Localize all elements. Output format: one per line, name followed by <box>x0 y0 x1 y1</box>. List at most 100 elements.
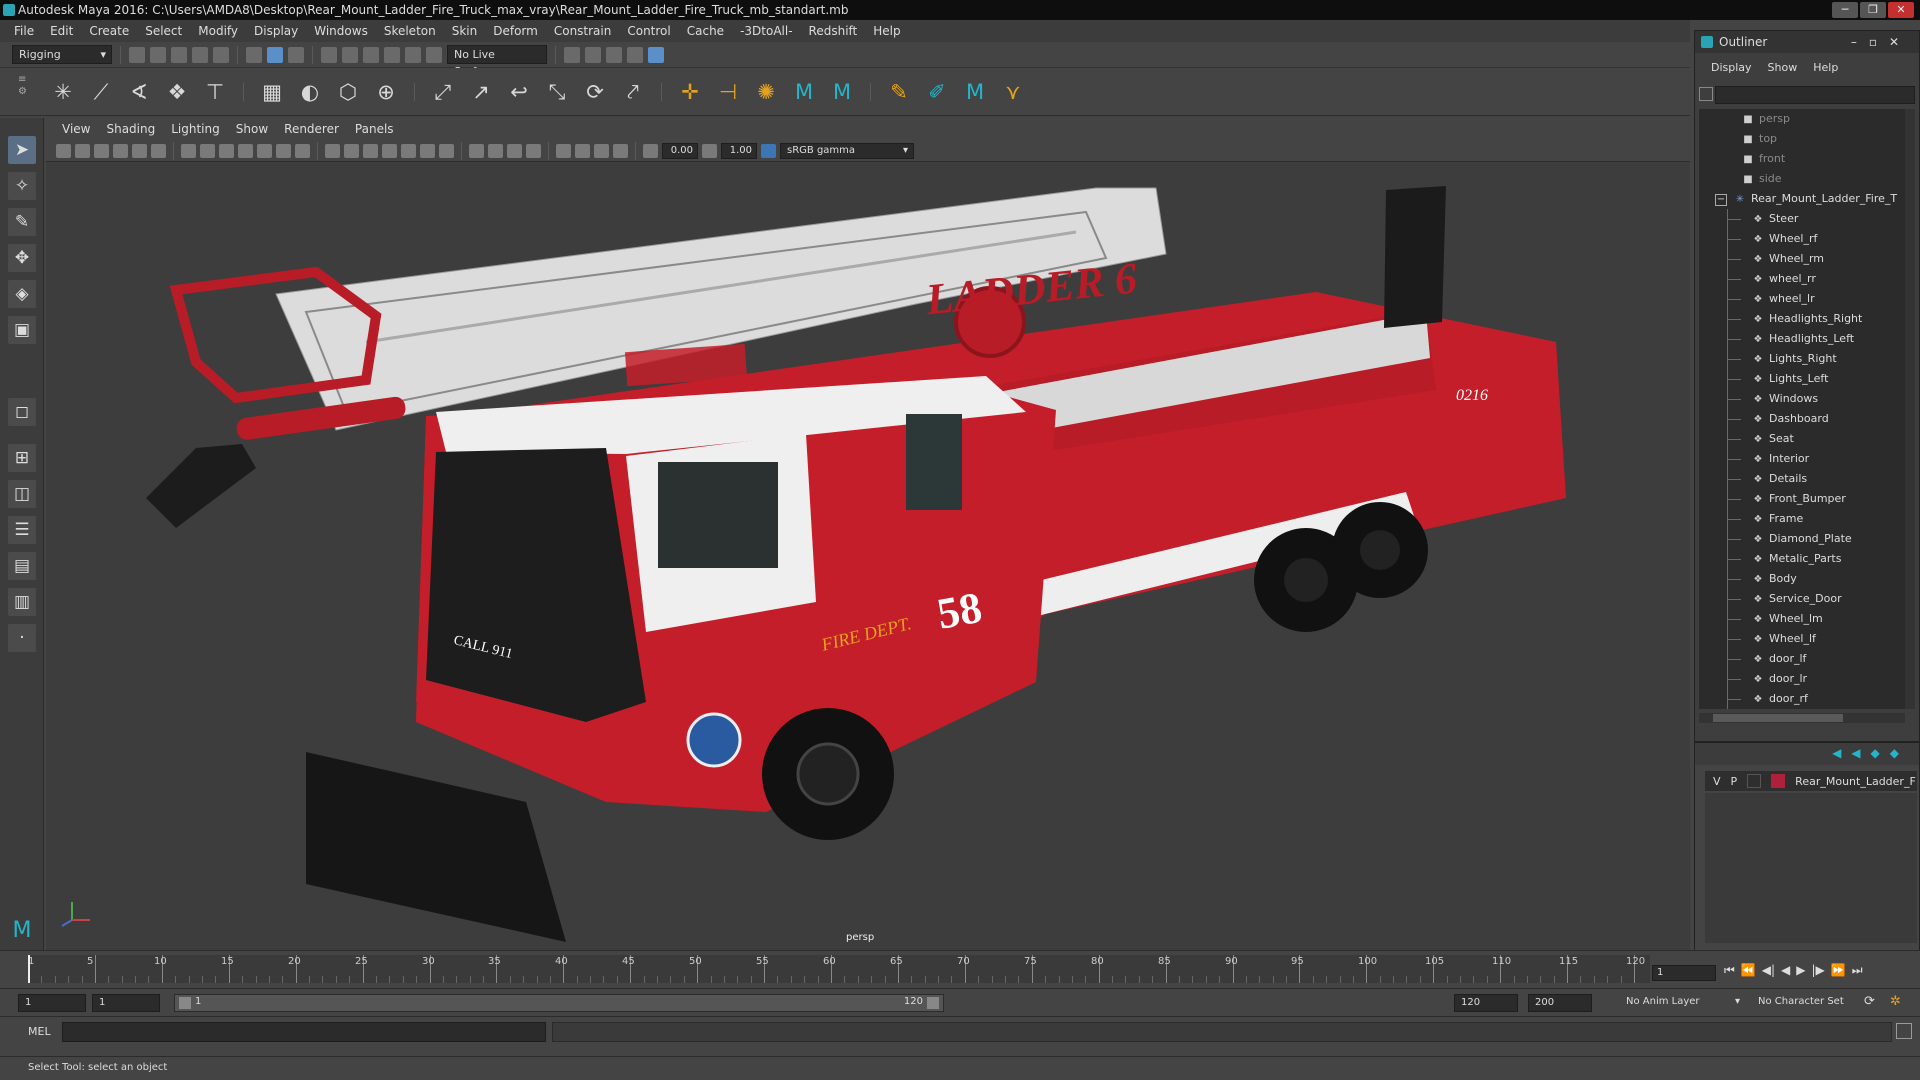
step-forward-key-icon[interactable]: ⏩ <box>1831 963 1846 978</box>
outliner-item[interactable]: ❖ Front_Bumper <box>1699 489 1905 509</box>
outliner-item[interactable]: ❖ door_lr <box>1699 669 1905 689</box>
go-to-end-icon[interactable]: ⏭ <box>1852 963 1863 978</box>
ik-fk-icon[interactable]: ⊣ <box>715 79 741 105</box>
outliner-item-root[interactable]: − ✳ Rear_Mount_Ladder_Fire_T <box>1699 189 1905 209</box>
new-scene-icon[interactable] <box>129 46 145 63</box>
render-settings-icon[interactable] <box>627 46 643 63</box>
humanik-icon[interactable]: M <box>791 79 817 105</box>
single-view-icon[interactable]: ◻ <box>8 398 36 426</box>
select-camera-icon[interactable] <box>56 143 71 158</box>
outliner-vertical-scrollbar[interactable] <box>1905 109 1915 709</box>
close-icon[interactable]: ✕ <box>1888 2 1914 18</box>
color-management-icon[interactable] <box>761 143 776 158</box>
wireframe-on-shaded-icon[interactable] <box>382 143 397 158</box>
outliner-persp-icon[interactable]: ☰ <box>8 516 36 544</box>
current-time-marker[interactable] <box>28 955 30 983</box>
four-view-icon[interactable]: ⊞ <box>8 444 36 472</box>
time-ruler[interactable]: 1 5 10 15 20 25 30 35 40 45 50 55 60 65 70 75 80 85 90 95 1… <box>28 955 1650 983</box>
step-back-key-icon[interactable]: ⏪ <box>1741 963 1756 978</box>
lasso-tool-icon[interactable]: ✧ <box>8 172 36 200</box>
aim-constraint-icon[interactable]: ↗ <box>468 79 494 105</box>
restore-icon[interactable]: ❐ <box>1860 2 1886 18</box>
outliner-item-persp[interactable]: ■ persp <box>1699 109 1905 129</box>
snap-point-icon[interactable] <box>363 46 379 63</box>
outliner-item[interactable]: ❖ wheel_lr <box>1699 289 1905 309</box>
bookmark-icon[interactable] <box>94 143 109 158</box>
panel-menu-panels[interactable]: Panels <box>347 122 402 136</box>
playback-start-field[interactable]: 1 <box>92 994 160 1012</box>
layer-color-swatch[interactable] <box>1771 774 1786 788</box>
render-view-icon[interactable] <box>564 46 580 63</box>
outliner-item-side[interactable]: ■ side <box>1699 169 1905 189</box>
menu-deform[interactable]: Deform <box>485 24 546 38</box>
grid-icon[interactable] <box>181 143 196 158</box>
animation-start-field[interactable]: 1 <box>18 994 86 1012</box>
snap-view-icon[interactable] <box>384 46 400 63</box>
xray-components-icon[interactable] <box>613 143 628 158</box>
camera-attributes-icon[interactable] <box>75 143 90 158</box>
range-slider[interactable]: 1 120 <box>174 994 944 1012</box>
menu-windows[interactable]: Windows <box>306 24 376 38</box>
outliner-menu-display[interactable]: Display <box>1711 61 1752 79</box>
outliner-item[interactable]: ❖ Wheel_rf <box>1699 229 1905 249</box>
panel-menu-renderer[interactable]: Renderer <box>276 122 347 136</box>
layer-row[interactable]: V P Rear_Mount_Ladder_F <box>1705 771 1917 791</box>
ambient-occlusion-icon[interactable] <box>469 143 484 158</box>
rigid-bind-icon[interactable]: ◐ <box>297 79 323 105</box>
motion-blur-icon[interactable] <box>488 143 503 158</box>
outliner-item[interactable]: ❖ Headlights_Left <box>1699 329 1905 349</box>
play-forward-icon[interactable]: ▶ <box>1796 963 1805 978</box>
snap-live-icon[interactable] <box>426 46 442 63</box>
outliner-horizontal-scrollbar[interactable] <box>1699 713 1905 723</box>
minimize-icon[interactable]: ─ <box>1832 2 1858 18</box>
wire-deformer-icon[interactable]: ⋎ <box>1000 79 1026 105</box>
point-constraint-icon[interactable]: ⤢ <box>430 79 456 105</box>
menu-edit[interactable]: Edit <box>42 24 81 38</box>
xray-joints-icon[interactable] <box>594 143 609 158</box>
command-input[interactable] <box>62 1022 546 1042</box>
anim-layer-dropdown[interactable]: No Anim Layer ▾ <box>1620 994 1740 1012</box>
menu-set-dropdown[interactable]: Rigging ▾ <box>12 45 112 64</box>
outliner-item[interactable]: ❖ wheel_rr <box>1699 269 1905 289</box>
view-transform-dropdown[interactable]: sRGB gamma ▾ <box>780 142 914 159</box>
menu-help[interactable]: Help <box>865 24 908 38</box>
locator-icon[interactable]: ✛ <box>677 79 703 105</box>
menu-redshift[interactable]: Redshift <box>801 24 866 38</box>
2d-pan-zoom-icon[interactable] <box>132 143 147 158</box>
parent-constraint-icon[interactable]: ⟳ <box>582 79 608 105</box>
move-tool-icon[interactable]: ✥ <box>8 244 36 272</box>
graph-persp-icon[interactable]: ▤ <box>8 552 36 580</box>
menu-cache[interactable]: Cache <box>679 24 732 38</box>
hypershade-icon[interactable] <box>648 46 664 63</box>
outliner-item[interactable]: ❖ Wheel_lf <box>1699 629 1905 649</box>
menu-control[interactable]: Control <box>619 24 678 38</box>
outliner-item[interactable]: ❖ Metalic_Parts <box>1699 549 1905 569</box>
exposure-icon[interactable] <box>643 143 658 158</box>
field-chart-icon[interactable] <box>257 143 272 158</box>
auto-key-icon[interactable]: ⟳ <box>1864 994 1875 1009</box>
xray-icon[interactable] <box>575 143 590 158</box>
blend-shape-icon[interactable]: ✐ <box>924 79 950 105</box>
paint-select-icon[interactable]: ✎ <box>8 208 36 236</box>
outliner-item[interactable]: ❖ Wheel_lm <box>1699 609 1905 629</box>
textured-icon[interactable] <box>401 143 416 158</box>
film-gate-icon[interactable] <box>200 143 215 158</box>
gamma-field[interactable]: 1.00 <box>721 142 757 159</box>
outliner-item[interactable]: ❖ door_rf <box>1699 689 1905 709</box>
side-by-side-icon[interactable]: ◫ <box>8 480 36 508</box>
layer-type-box[interactable] <box>1747 774 1762 788</box>
step-forward-frame-icon[interactable]: |▶ <box>1812 963 1825 978</box>
snap-grid-icon[interactable] <box>321 46 337 63</box>
select-component-icon[interactable] <box>288 46 304 63</box>
menu-3dtoall[interactable]: -3DtoAll- <box>732 24 800 38</box>
outliner-item[interactable]: ❖ Frame <box>1699 509 1905 529</box>
layer-visibility-toggle[interactable]: V <box>1713 775 1721 788</box>
lattice-icon[interactable]: ⬡ <box>335 79 361 105</box>
outliner-item[interactable]: ❖ Wheel_rm <box>1699 249 1905 269</box>
menu-skeleton[interactable]: Skeleton <box>376 24 444 38</box>
menu-select[interactable]: Select <box>137 24 190 38</box>
hypershade-layout-icon[interactable]: ▥ <box>8 588 36 616</box>
collapse-icon[interactable]: − <box>1715 194 1727 206</box>
snap-surface-icon[interactable] <box>405 46 421 63</box>
preferences-icon[interactable]: ✲ <box>1890 994 1901 1009</box>
